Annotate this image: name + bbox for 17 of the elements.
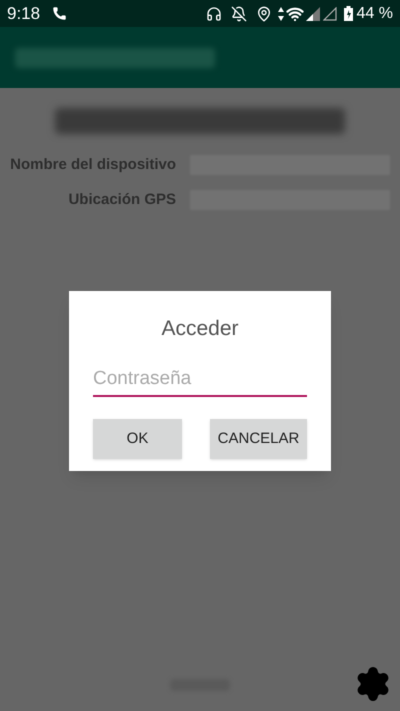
clock: 9:18 xyxy=(7,2,40,25)
field-label: Nombre del dispositivo xyxy=(9,155,177,175)
headphones-icon xyxy=(206,6,222,22)
data-arrows-icon xyxy=(278,6,284,20)
dialog-button[interactable]: OK xyxy=(93,419,182,459)
battery-percent: 44 % xyxy=(356,4,393,24)
battery-icon xyxy=(344,6,353,21)
signal-icon xyxy=(306,6,320,20)
wifi-icon xyxy=(286,4,304,22)
bell-off-icon xyxy=(230,6,247,22)
dialog-button[interactable]: CANCELAR xyxy=(210,419,307,459)
signal-empty-icon xyxy=(322,6,337,20)
phone-icon xyxy=(52,6,68,21)
password-field[interactable]: Contraseña xyxy=(93,364,307,397)
field-label: Ubicación GPS xyxy=(67,190,177,210)
dialog-title: Acceder xyxy=(161,316,239,342)
location-icon xyxy=(256,6,272,22)
